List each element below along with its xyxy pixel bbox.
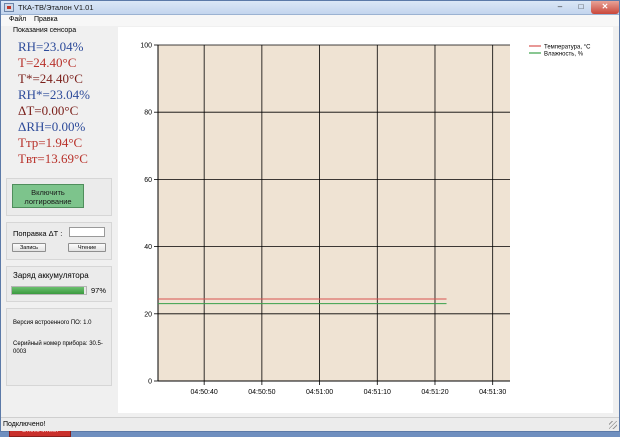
maximize-button[interactable]: □ [571,1,591,14]
logging-group: Включить логгирование [6,178,112,216]
window-title: ТКА-ТВ/Эталон V1.01 [18,3,94,12]
menu-edit[interactable]: Правка [34,16,58,23]
reading-rh-star: RH*=23.04% [18,87,90,102]
readings-title: Показания сенсора [13,27,77,34]
x-tick-label: 04:50:40 [191,389,218,396]
y-tick-label: 100 [140,43,152,50]
device-info-group: Версия встроенного ПО: 1.0 Серийный номе… [6,308,112,386]
x-tick-label: 04:51:30 [479,389,506,396]
menu-bar: Файл Правка [1,15,619,26]
battery-percent: 97% [91,286,107,295]
reading-tvt: Tвт=13.69°C [18,151,88,166]
y-tick-label: 0 [148,379,152,386]
close-button[interactable]: ✕ [591,1,619,14]
resize-grip[interactable] [609,421,617,429]
reading-t: T=24.40°C [18,55,77,70]
correction-label: Поправка ΔT : [13,229,63,238]
enable-logging-button[interactable]: Включить логгирование [12,184,84,208]
chart-panel: 0 20 40 60 80 100 04:50:40 04:50:50 04:51:00 04:5… [118,27,613,413]
battery-group: Заряд аккумулятора 97% [6,266,112,302]
line-chart: 0 20 40 60 80 100 04:50:40 04:50:50 04:51:00 04:5… [140,41,608,396]
reading-t-star: T*=24.40°C [18,71,83,86]
serial-number: Серийный номер прибора: 30.5-0003 [13,341,103,355]
reading-delta-t: ΔT=0.00°C [18,103,79,118]
app-icon [4,3,14,12]
firmware-version: Версия встроенного ПО: 1.0 [13,320,92,326]
correction-input[interactable] [69,227,105,237]
title-bar[interactable]: ТКА-ТВ/Эталон V1.01 – □ ✕ [1,1,619,15]
status-text: Подключено! [3,421,46,428]
sensor-readings-group: Показания сенсора RH=23.04% T=24.40°C T*… [6,26,112,171]
app-window: ТКА-ТВ/Эталон V1.01 – □ ✕ Файл Правка По… [0,0,620,437]
x-tick-label: 04:50:50 [248,389,275,396]
reading-delta-rh: ΔRH=0.00% [18,119,86,134]
battery-label: Заряд аккумулятора [13,271,89,280]
y-tick-label: 60 [144,177,152,184]
legend-label: Влажность, % [544,52,584,58]
menu-file[interactable]: Файл [9,16,26,23]
minimize-button[interactable]: – [549,1,571,14]
sidebar: Показания сенсора RH=23.04% T=24.40°C T*… [1,26,114,437]
reading-ttr: Tтр=1.94°C [18,135,83,150]
y-tick-label: 20 [144,311,152,318]
write-button[interactable]: Запись [12,243,46,252]
battery-progress-fill [12,287,84,294]
y-tick-label: 80 [144,110,152,117]
x-tick-label: 04:51:10 [364,389,391,396]
reading-rh: RH=23.04% [18,39,84,54]
correction-group: Поправка ΔT : Запись Чтение [6,222,112,260]
legend-label: Температура, °C [544,45,591,51]
y-tick-label: 40 [144,244,152,251]
x-tick-label: 04:51:20 [421,389,448,396]
x-tick-label: 04:51:00 [306,389,333,396]
plot-area [158,45,510,381]
status-bar: Подключено! [1,417,619,431]
battery-progress-bar [11,286,87,295]
read-button[interactable]: Чтение [68,243,106,252]
